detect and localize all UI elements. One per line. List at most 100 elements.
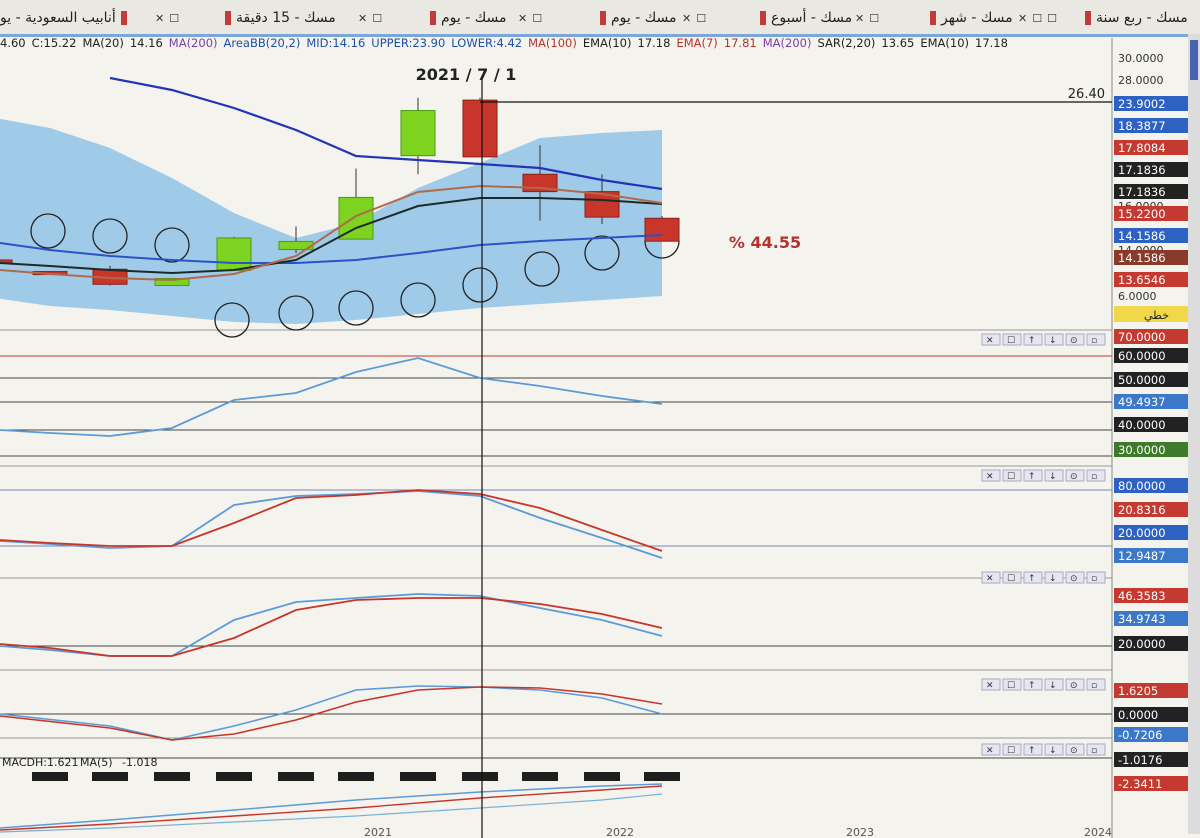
level-label: 26.40 [1068,87,1105,102]
bollinger-band-area [0,118,662,324]
hist-bar [338,772,374,781]
panel-control-icon: ↓ [1049,336,1057,346]
mode-button-label: خطي [1144,309,1169,322]
vertical-scrollbar[interactable] [1188,34,1200,834]
stoch-tag-label: 20.8316 [1118,503,1166,517]
rsi-line [0,357,663,437]
tab-marker [760,11,766,25]
time-axis: 2021 2022 2023 2024 [364,826,1112,838]
panel-control-icon: ✕ [986,681,994,691]
tab-marker [930,11,936,25]
tab-saudi-pipes[interactable]: أنابيب السعودية - يو [0,6,127,30]
panel-control-icon: ⊙ [1070,746,1078,756]
tab-label: مسك - يوم [441,10,507,26]
tab-close-controls-3[interactable]: ✕ ☐ [682,6,706,30]
tab-marker [225,11,231,25]
dmi-panel [0,593,1112,657]
price-tag-label: 14.1586 [1118,251,1166,265]
panel-control-icon: ↓ [1049,746,1057,756]
tab-daily-2[interactable]: مسك - يوم [600,6,677,30]
restore-icon[interactable]: ☐ [1032,12,1042,25]
hist-line-light [0,793,663,833]
close-icon[interactable]: ✕ [518,12,527,25]
rsi-panel [0,355,1112,457]
panel-control-icon: ⊙ [1070,681,1078,691]
tab-label: مسك - أسبوع [771,10,853,26]
panel-control-icon: ⊙ [1070,574,1078,584]
scrollbar-thumb[interactable] [1190,40,1198,80]
close-icon[interactable]: ✕ [358,12,367,25]
tab-close-controls-1[interactable]: ✕ ☐ ☐ [1018,6,1057,30]
stoch-k-line [0,490,663,559]
value-axis: 30.000028.000016.000014.00006.000023.900… [981,52,1188,791]
macd-tag-label: 1.6205 [1118,684,1158,698]
macd-ma-label: MA(5) [80,756,113,769]
axis-tick-label: 6.0000 [1118,290,1157,303]
hist-tag-label: -1.0176 [1118,753,1162,767]
axis-tick-label: 30.0000 [1118,52,1164,65]
hist-tag-label: -2.3411 [1118,777,1162,791]
price-tag-label: 14.1586 [1118,229,1166,243]
close-icon[interactable]: ✕ [682,12,691,25]
candle-body [462,99,498,158]
tab-label: أنابيب السعودية - يو [0,10,116,26]
tab-monthly[interactable]: مسك - شهر [930,6,1013,30]
hist-line-blue [0,783,663,829]
close-icon[interactable]: ✕ [155,12,164,25]
dmi-tag-label: 34.9743 [1118,612,1166,626]
tab-label: مسك - شهر [941,10,1013,26]
panel-control-icon: ▫ [1091,681,1097,691]
panel-control-icon: ✕ [986,336,994,346]
macd-panel [0,685,1112,741]
rsi-tag-label: 50.0000 [1118,373,1166,387]
panel-control-icon: ▫ [1091,336,1097,346]
tab-weekly[interactable]: مسك - أسبوع [760,6,852,30]
macd-label: MACDH:1.621 [2,756,78,769]
maximize-icon[interactable]: ☐ [532,12,542,25]
price-tag-label: 17.1836 [1118,185,1166,199]
panel-controls: ✕ ☐ ↑ ↓ ⊙ ▫ [981,743,1106,756]
close-icon[interactable]: ✕ [1018,12,1027,25]
panel-control-icon: ↑ [1028,336,1036,346]
tab-daily-1[interactable]: مسك - يوم [430,6,507,30]
candle-body [644,217,680,242]
chart-canvas[interactable]: 30.000028.000016.000014.00006.000023.900… [0,38,1188,838]
candle-body [338,196,374,240]
panel-control-icon: ▫ [1091,574,1097,584]
stoch-tag-label: 20.0000 [1118,526,1166,540]
price-tag-label: 13.6546 [1118,273,1166,287]
hist-bar [92,772,128,781]
tab-15min[interactable]: مسك - 15 دقيقة [225,6,336,30]
tab-marker [1085,11,1091,25]
time-axis-label: 2024 [1084,826,1112,838]
close-icon[interactable]: ✕ [855,12,864,25]
panel-control-icon: ⊙ [1070,336,1078,346]
hist-bar [278,772,314,781]
macd-tag-label: -0.7206 [1118,728,1162,742]
panel-control-icon: ↑ [1028,472,1036,482]
price-tag-label: 15.2200 [1118,207,1166,221]
macd-ma-value: -1.018 [122,756,157,769]
panel-control-icon: ✕ [986,472,994,482]
maximize-icon[interactable]: ☐ [696,12,706,25]
panel-control-icon: ↓ [1049,472,1057,482]
maximize-icon[interactable]: ☐ [1047,12,1057,25]
maximize-icon[interactable]: ☐ [169,12,179,25]
price-tag-label: 17.1836 [1118,163,1166,177]
tab-close-controls-2[interactable]: ✕ ☐ [855,6,879,30]
tab-close-controls-6[interactable]: ✕ ☐ [155,6,179,30]
axis-tick-label: 28.0000 [1118,74,1164,87]
maximize-icon[interactable]: ☐ [372,12,382,25]
tab-bar: مسك - ربع سنة ✕ ☐ ☐ مسك - شهر ✕ ☐ مسك - … [0,0,1200,35]
hist-bar [216,772,252,781]
tab-close-controls-4[interactable]: ✕ ☐ [518,6,542,30]
tab-marker [600,11,606,25]
stoch-tag-label: 12.9487 [1118,549,1166,563]
candle-body [216,237,252,271]
hist-bar [644,772,680,781]
dmi-minus-line [0,597,663,657]
tab-quarterly[interactable]: مسك - ربع سنة [1085,6,1188,30]
dmi-tag-label: 20.0000 [1118,637,1166,651]
maximize-icon[interactable]: ☐ [869,12,879,25]
tab-close-controls-5[interactable]: ✕ ☐ [358,6,382,30]
